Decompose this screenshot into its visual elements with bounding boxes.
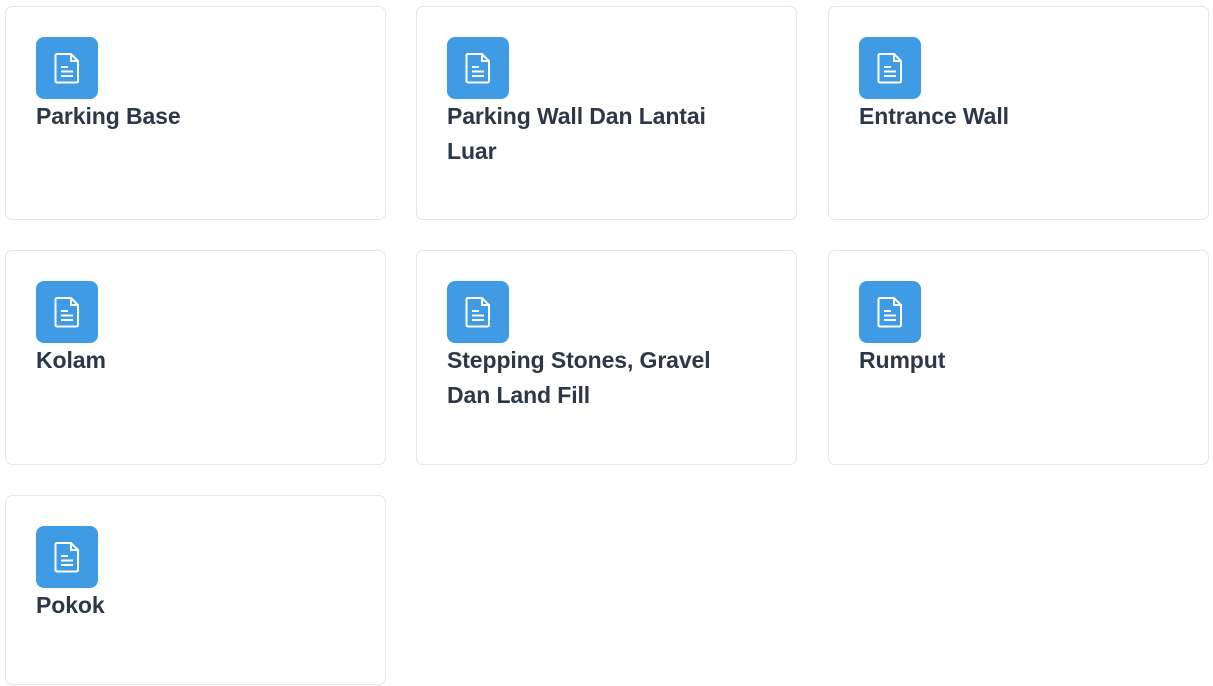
card-title[interactable]: Stepping Stones, Gravel Dan Land Fill	[447, 343, 747, 413]
document-icon	[36, 281, 98, 343]
card-parking-base[interactable]: Parking Base	[5, 6, 386, 220]
document-icon	[859, 281, 921, 343]
document-icon	[36, 526, 98, 588]
card-rumput[interactable]: Rumput	[828, 250, 1209, 465]
document-icon	[36, 37, 98, 99]
card-parking-wall-dan-lantai-luar[interactable]: Parking Wall Dan Lantai Luar	[416, 6, 797, 220]
card-title[interactable]: Entrance Wall	[859, 99, 1159, 134]
document-icon	[447, 281, 509, 343]
card-title[interactable]: Rumput	[859, 343, 1159, 378]
card-kolam[interactable]: Kolam	[5, 250, 386, 465]
card-title[interactable]: Kolam	[36, 343, 336, 378]
card-title[interactable]: Pokok	[36, 588, 336, 623]
card-pokok[interactable]: Pokok	[5, 495, 386, 685]
card-title[interactable]: Parking Base	[36, 99, 336, 134]
card-title[interactable]: Parking Wall Dan Lantai Luar	[447, 99, 747, 169]
document-icon	[859, 37, 921, 99]
card-entrance-wall[interactable]: Entrance Wall	[828, 6, 1209, 220]
document-card-grid: Parking Base Parking Wall Dan Lantai Lua…	[0, 0, 1213, 686]
card-stepping-stones-gravel-dan-land-fill[interactable]: Stepping Stones, Gravel Dan Land Fill	[416, 250, 797, 465]
document-icon	[447, 37, 509, 99]
